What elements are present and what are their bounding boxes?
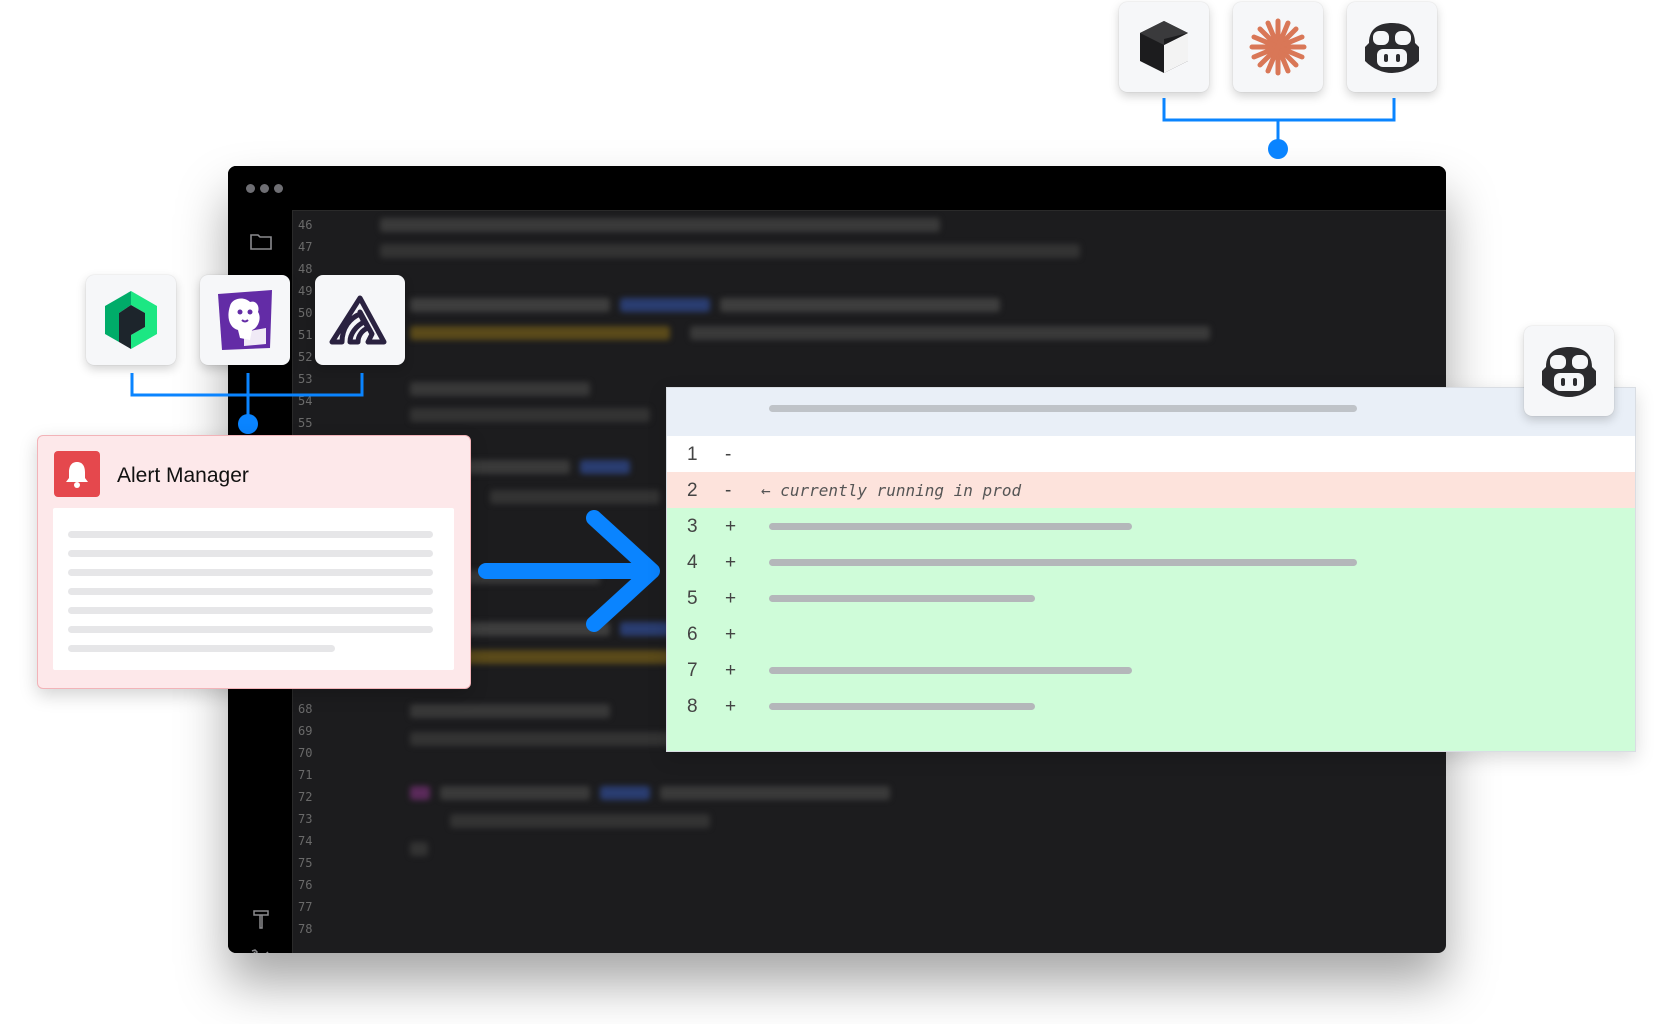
diff-sign: - [725,444,732,465]
diff-row-added[interactable]: 4 + [667,544,1635,580]
diff-row-added[interactable]: 8 + [667,688,1635,724]
alert-badge [54,451,100,497]
line-number: 76 [298,878,313,892]
datadog-icon [218,290,272,350]
editor-titlebar [228,166,1446,211]
line-number: 71 [298,768,313,782]
code-placeholder [769,595,1035,602]
cube-icon [1140,21,1188,73]
line-number: 69 [298,724,313,738]
line-number: 48 [298,262,313,276]
line-number: 68 [298,702,313,716]
diff-row-added[interactable]: 7 + [667,652,1635,688]
placeholder-line [68,626,433,633]
window-dot-icon[interactable] [274,184,283,193]
line-number: 53 [298,372,313,386]
code-placeholder [769,523,1132,530]
sentry-icon [329,295,387,345]
diff-header-placeholder [769,405,1357,412]
diff-line-number: 6 [687,624,698,645]
line-number: 47 [298,240,313,254]
arrow-right-icon [478,510,660,632]
line-number: 74 [298,834,313,848]
placeholder-line [68,531,433,538]
alert-manager-panel[interactable]: Alert Manager [37,435,471,689]
copilot-icon [1542,347,1596,397]
alert-manager-title: Alert Manager [117,464,249,487]
code-placeholder [769,667,1132,674]
placeholder-line [68,607,433,614]
bell-icon [66,462,88,488]
window-dot-icon[interactable] [260,184,269,193]
diff-sign: + [725,516,737,537]
diff-header [667,388,1635,437]
diff-sign: - [725,480,732,501]
line-number: 70 [298,746,313,760]
code-placeholder [769,559,1357,566]
placeholder-line [68,645,335,652]
diff-sign: + [725,624,737,645]
new-relic-integration-card[interactable] [86,275,176,365]
diff-sign: + [725,552,737,573]
diff-row-added[interactable]: 3 + [667,508,1635,544]
hammer-icon[interactable] [248,906,274,932]
diff-line-number: 3 [687,516,698,537]
line-number: 77 [298,900,313,914]
code-placeholder [769,703,1035,710]
top-connector [1162,98,1396,159]
copilot-integration-card[interactable] [1347,2,1437,92]
copilot-icon [1365,23,1419,73]
placeholder-line [68,588,433,595]
line-number: 75 [298,856,313,870]
diff-comment: ← currently running in prod [761,481,1022,500]
folder-icon[interactable] [248,228,274,254]
diff-sign: + [725,588,737,609]
diff-line-number: 7 [687,660,698,681]
line-number: 73 [298,812,313,826]
diff-row-added[interactable]: 6 + [667,616,1635,652]
placeholder-line [68,569,433,576]
line-number: 54 [298,394,313,408]
line-number: 46 [298,218,313,232]
datadog-integration-card[interactable] [200,275,290,365]
line-number: 55 [298,416,313,430]
diff-sign: + [725,696,737,717]
sparkle-integration-card[interactable] [1233,2,1323,92]
diff-row-removed[interactable]: 2 - ← currently running in prod [667,472,1635,508]
diff-row[interactable]: 1 - [667,436,1635,472]
line-number: 72 [298,790,313,804]
diff-line-number: 4 [687,552,698,573]
sentry-integration-card[interactable] [315,275,405,365]
line-number: 78 [298,922,313,936]
diff-line-number: 1 [687,444,698,465]
diff-line-number: 8 [687,696,698,717]
new-relic-icon [105,291,157,349]
diff-sign: + [725,660,737,681]
diff-line-number: 5 [687,588,698,609]
window-dot-icon[interactable] [246,184,255,193]
copilot-agent-card[interactable] [1524,326,1614,416]
placeholder-line [68,550,433,557]
diff-line-number: 2 [687,480,698,501]
diff-row-added[interactable]: 5 + [667,580,1635,616]
sparkle-asterisk-icon [1249,18,1307,76]
tools-icon[interactable] [248,946,274,953]
cube-integration-card[interactable] [1119,2,1209,92]
diff-panel: 1 - 2 - ← currently running in prod 3 + … [666,387,1636,752]
alert-body [53,508,454,670]
